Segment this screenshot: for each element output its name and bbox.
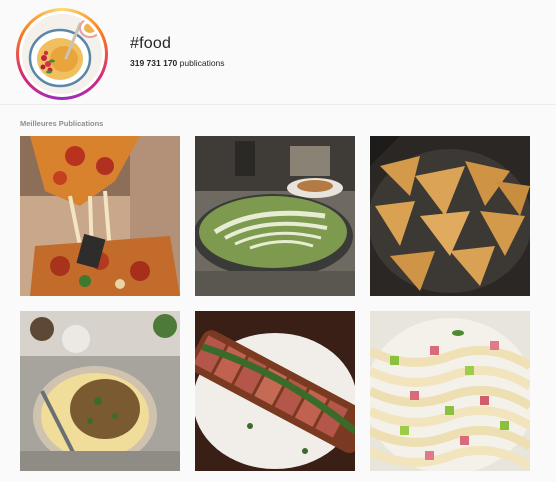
udon-noodles-image xyxy=(370,311,530,471)
post-tile-samosas[interactable] xyxy=(370,136,530,296)
post-tile-pizza[interactable] xyxy=(20,136,180,296)
post-tile-noodles[interactable] xyxy=(370,311,530,471)
lentil-stew-image xyxy=(20,311,180,471)
post-tile-stew[interactable] xyxy=(20,311,180,471)
sliced-steak-image xyxy=(195,311,355,471)
hashtag-title: #food xyxy=(130,35,172,52)
post-tile-steak[interactable] xyxy=(195,311,355,471)
hashtag-avatar[interactable] xyxy=(22,14,102,94)
samosas-image xyxy=(370,136,530,296)
top-posts-heading: Meilleures Publications xyxy=(20,119,104,128)
pizza-slice-image xyxy=(20,136,180,296)
post-tile-matcha[interactable] xyxy=(195,136,355,296)
matcha-latte-image xyxy=(195,136,355,296)
post-count-value: 319 731 170 xyxy=(130,58,178,68)
post-count: 319 731 170 publications xyxy=(130,58,225,68)
tag-header: #food 319 731 170 publications xyxy=(0,0,556,110)
post-count-label: publications xyxy=(177,58,225,68)
creme-brulee-bowl-image xyxy=(22,14,102,94)
header-divider xyxy=(0,104,556,105)
top-posts-grid xyxy=(20,136,530,471)
story-ring[interactable] xyxy=(16,8,108,100)
